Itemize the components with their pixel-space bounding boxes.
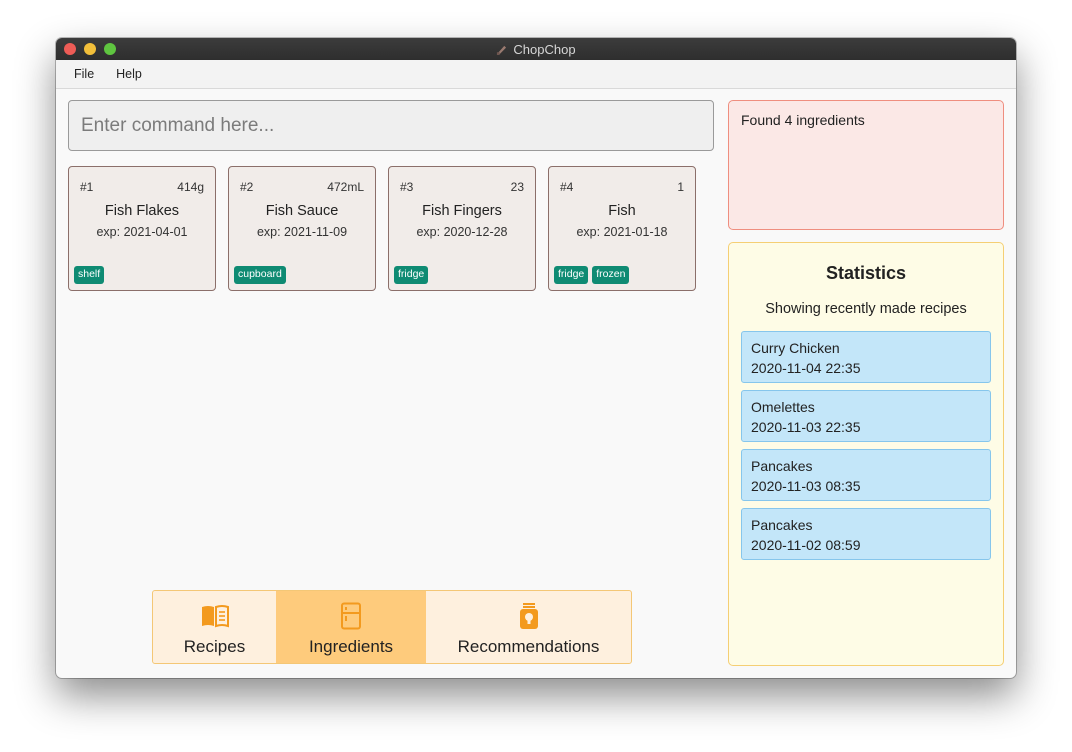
recipe-name: Pancakes [751, 458, 813, 474]
ingredient-tags: shelf [74, 266, 105, 284]
statistics-subtitle: Showing recently made recipes [765, 301, 967, 317]
ingredient-quantity: 414g [177, 180, 204, 194]
recent-recipes-list: Curry Chicken 2020-11-04 22:35 Omelettes… [741, 331, 991, 567]
tab-ingredients-label: Ingredients [308, 637, 394, 656]
menu-file[interactable]: File [65, 67, 103, 81]
tab-recommendations-label: Recommendations [457, 637, 600, 656]
ingredient-index: #2 [240, 180, 254, 194]
recipe-name: Pancakes [751, 517, 813, 533]
command-input[interactable] [68, 100, 714, 151]
title-wrap: ChopChop [56, 38, 1016, 60]
ingredient-tags: fridge [394, 266, 429, 284]
ingredient-name: Fish [608, 203, 636, 219]
ingredient-name: Fish Flakes [104, 203, 180, 219]
ingredient-tags: fridge frozen [554, 266, 630, 284]
list-item: Curry Chicken 2020-11-04 22:35 [741, 331, 991, 383]
tab-bar: Recipes Ingredients Recommendations [152, 590, 632, 664]
fridge-icon [341, 602, 361, 630]
ingredient-expiry: exp: 2021-11-09 [256, 225, 348, 239]
window-title: ChopChop [513, 41, 576, 57]
result-message: Found 4 ingredients [741, 112, 865, 128]
tag-fridge: fridge [554, 266, 589, 284]
recipe-book-icon [201, 605, 229, 628]
tab-recipes-label: Recipes [183, 637, 246, 656]
recipe-time: 2020-11-03 22:35 [751, 419, 861, 435]
ingredient-expiry: exp: 2021-04-01 [96, 225, 188, 239]
recipe-time: 2020-11-02 08:59 [751, 537, 861, 553]
recipe-time: 2020-11-03 08:35 [751, 478, 861, 494]
recipe-time: 2020-11-04 22:35 [751, 360, 861, 376]
list-item: Omelettes 2020-11-03 22:35 [741, 390, 991, 442]
tab-ingredients[interactable]: Ingredients [276, 591, 426, 663]
lightbulb-jar-icon [519, 603, 538, 629]
ingredient-index: #4 [560, 180, 574, 194]
ingredient-expiry: exp: 2020-12-28 [416, 225, 508, 239]
ingredient-index: #3 [400, 180, 414, 194]
tag-cupboard: cupboard [234, 266, 286, 284]
list-item: Pancakes 2020-11-02 08:59 [741, 508, 991, 560]
recipe-name: Omelettes [751, 399, 815, 415]
app-logo-icon [497, 45, 507, 55]
menu-help[interactable]: Help [107, 67, 151, 81]
ingredient-quantity: 472mL [327, 180, 364, 194]
ingredient-quantity: 23 [510, 180, 524, 194]
statistics-panel: Statistics Showing recently made recipes… [728, 242, 1004, 666]
ingredient-tags: cupboard [234, 266, 286, 284]
tab-recipes[interactable]: Recipes [153, 591, 276, 663]
title-bar: ChopChop [56, 38, 1016, 60]
result-display: Found 4 ingredients [728, 100, 1004, 230]
ingredient-expiry: exp: 2021-01-18 [576, 225, 668, 239]
list-item: Pancakes 2020-11-03 08:35 [741, 449, 991, 501]
recipe-name: Curry Chicken [751, 340, 840, 356]
tag-fridge: fridge [394, 266, 429, 284]
ingredient-card[interactable]: #3 23 Fish Fingers exp: 2020-12-28 fridg… [388, 166, 536, 291]
tag-frozen: frozen [592, 266, 630, 284]
ingredient-card[interactable]: #4 1 Fish exp: 2021-01-18 fridge frozen [548, 166, 696, 291]
ingredient-name: Fish Fingers [422, 203, 502, 219]
ingredient-card[interactable]: #2 472mL Fish Sauce exp: 2021-11-09 cupb… [228, 166, 376, 291]
ingredient-name: Fish Sauce [265, 203, 339, 219]
ingredient-card[interactable]: #1 414g Fish Flakes exp: 2021-04-01 shel… [68, 166, 216, 291]
tab-recommendations[interactable]: Recommendations [426, 591, 631, 663]
ingredient-quantity: 1 [677, 180, 684, 194]
statistics-title: Statistics [825, 263, 907, 283]
menu-bar: File Help [56, 60, 1016, 89]
ingredient-index: #1 [80, 180, 94, 194]
app-window: ChopChop File Help #1 414g Fish Flakes e… [56, 38, 1016, 678]
tag-shelf: shelf [74, 266, 105, 284]
